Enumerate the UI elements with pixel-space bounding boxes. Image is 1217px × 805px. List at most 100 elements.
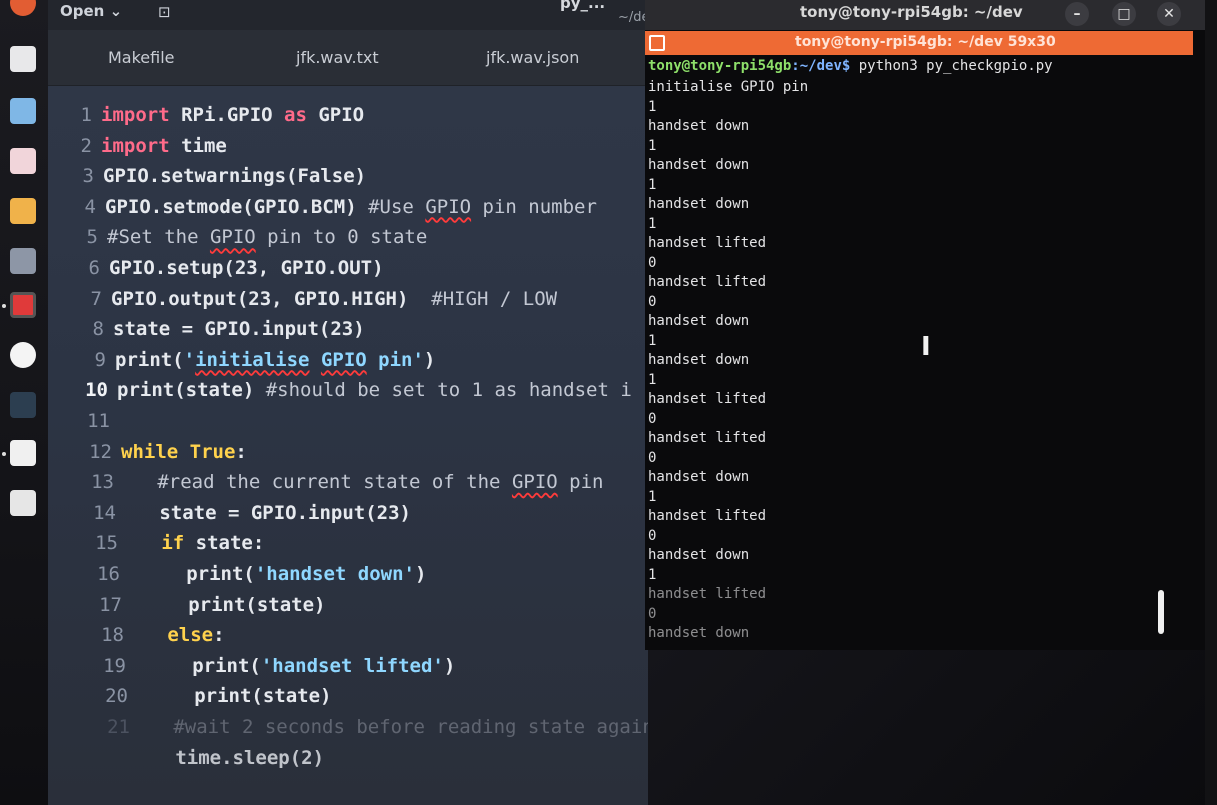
files-icon[interactable] [10, 46, 36, 72]
code-line[interactable]: 7 GPIO.output(23, GPIO.HIGH) #HIGH / LOW [58, 287, 558, 318]
line-number: 3 [82, 165, 94, 188]
maximize-button[interactable]: □ [1112, 2, 1136, 26]
code-line[interactable]: 1 import RPi.GPIO as GPIO [48, 104, 365, 134]
code-token: state = GPIO.input(23) [113, 318, 365, 341]
code-token: #Set the [107, 226, 210, 249]
code-line[interactable]: 18 else: [80, 624, 224, 654]
tab-jfk-wav-json[interactable]: jfk.wav.json [486, 48, 579, 67]
help-icon[interactable] [10, 342, 36, 368]
text-editor-icon[interactable] [10, 98, 36, 124]
folder-icon[interactable] [10, 198, 36, 224]
running-indicator [2, 304, 6, 308]
terminal-output-line: handset down [648, 157, 750, 173]
terminal-output-line: 0 [648, 449, 657, 466]
code-line[interactable]: 11 [66, 410, 119, 440]
settings-icon[interactable] [10, 248, 36, 274]
terminal-output-line: 0 [648, 410, 657, 427]
terminal-size-title: tony@tony-rpi54gb: ~/dev 59x30 [795, 34, 1056, 50]
line-number: 11 [87, 410, 110, 432]
terminal-scrollbar[interactable] [1158, 590, 1164, 634]
terminal-output-line: 1 [648, 332, 657, 349]
code-token: import [101, 134, 170, 157]
open-button[interactable]: Open ⌄ [60, 2, 122, 20]
terminal-output-line: handset lifted [648, 508, 767, 524]
code-line[interactable]: 14 state = GPIO.input(23) [72, 502, 411, 532]
code-line[interactable]: 16 print('handset down') [76, 563, 426, 593]
window-title: py_... [560, 0, 606, 12]
editor-tabbar: Makefile jfk.wav.txt jfk.wav.json [48, 30, 648, 86]
code-token: ) [423, 348, 436, 371]
code-token: else [133, 624, 214, 647]
code-line[interactable]: 5 #Set the GPIO pin to 0 state [54, 226, 428, 256]
tab-jfk-wav-txt[interactable]: jfk.wav.txt [296, 48, 379, 67]
terminal-output-line: 1 [648, 98, 657, 115]
code-line[interactable]: 6 GPIO.setup(23, GPIO.OUT) [56, 257, 384, 287]
code-token: import [101, 104, 170, 126]
minimize-button[interactable]: – [1065, 2, 1089, 26]
terminal-output-line: handset lifted [648, 391, 767, 407]
line-number: 6 [88, 257, 100, 279]
code-line[interactable]: 21 #wait 2 seconds before reading state … [86, 716, 648, 746]
code-token: #read the current state of the [123, 471, 512, 494]
code-line[interactable]: 19 print('handset lifted') [82, 655, 455, 685]
code-line[interactable]: 2 import time [48, 135, 227, 165]
code-token: time [169, 134, 227, 157]
code-token: 'handset down' [254, 563, 415, 585]
code-line[interactable]: 17 print(state) [78, 594, 325, 624]
terminal-output-line: 1 [648, 215, 657, 232]
line-number: 2 [80, 134, 92, 157]
line-number: 12 [89, 440, 112, 463]
code-token: while [121, 440, 179, 463]
code-line[interactable]: 3 GPIO.setwarnings(False) [50, 165, 367, 195]
terminal-output-line: 1 [648, 371, 657, 388]
text-editor-window: Open ⌄ ⊡ py_... ~/de Makefile jfk.wav.tx… [48, 0, 648, 805]
code-line[interactable]: 8 state = GPIO.input(23) [60, 318, 365, 348]
terminal-output-line: 0 [648, 527, 657, 544]
trash-icon[interactable] [10, 440, 36, 466]
line-number: 4 [84, 195, 96, 218]
line-number: 20 [105, 685, 128, 708]
code-line[interactable]: 20 print(state) [84, 685, 331, 715]
code-line[interactable]: 4 GPIO.setmode(GPIO.BCM) #Use GPIO pin nu… [52, 196, 597, 226]
line-number: 5 [86, 226, 98, 249]
code-token: print( [135, 654, 261, 677]
terminal-output-line: 1 [648, 566, 657, 583]
desktop-background [648, 650, 1217, 805]
code-token: ) [415, 563, 427, 585]
code-token: GPIO [511, 471, 558, 494]
ubuntu-logo-icon[interactable] [10, 0, 36, 16]
drive-icon[interactable] [10, 490, 36, 516]
terminal-icon [649, 35, 665, 51]
terminal-output-line: handset lifted [648, 235, 767, 251]
code-line[interactable]: 13 #read the current state of the GPIO p… [70, 471, 603, 501]
code-line[interactable]: 9 print('initialise GPIO pin') [62, 348, 436, 379]
code-token: ) [443, 654, 456, 677]
terminal-output-line: handset lifted [648, 274, 767, 290]
code-token: #HIGH / LOW [431, 287, 558, 310]
line-number: 17 [99, 593, 122, 616]
code-line[interactable]: time.sleep(2) [88, 747, 324, 777]
code-line[interactable]: 15 if state: [74, 532, 264, 562]
line-number: 16 [97, 563, 120, 585]
code-token: GPIO [306, 104, 365, 126]
close-button[interactable]: ✕ [1157, 2, 1181, 26]
code-token: True [189, 440, 236, 463]
terminal-app-icon[interactable] [10, 292, 36, 318]
document-icon[interactable] [10, 148, 36, 174]
code-line[interactable]: 12 while True: [68, 441, 247, 471]
terminal-output-line: handset down [648, 196, 750, 212]
system-monitor-icon[interactable] [10, 392, 36, 418]
code-token: GPIO [425, 195, 472, 218]
code-token: pin' [366, 348, 424, 371]
code-token: GPIO.setmode(GPIO.BCM) [105, 195, 369, 218]
terminal-output-line: handset down [648, 625, 750, 641]
prompt-part: tony@tony-rpi54gb [648, 58, 792, 74]
tab-makefile[interactable]: Makefile [108, 48, 175, 67]
code-token: pin [557, 471, 604, 494]
code-line[interactable]: 10 print(state) #should be set to 1 as ha… [64, 379, 632, 409]
line-number: 10 [85, 379, 108, 402]
new-tab-icon[interactable]: ⊡ [158, 3, 171, 21]
code-token: : [235, 440, 247, 463]
terminal-output-line: 1 [648, 137, 657, 154]
